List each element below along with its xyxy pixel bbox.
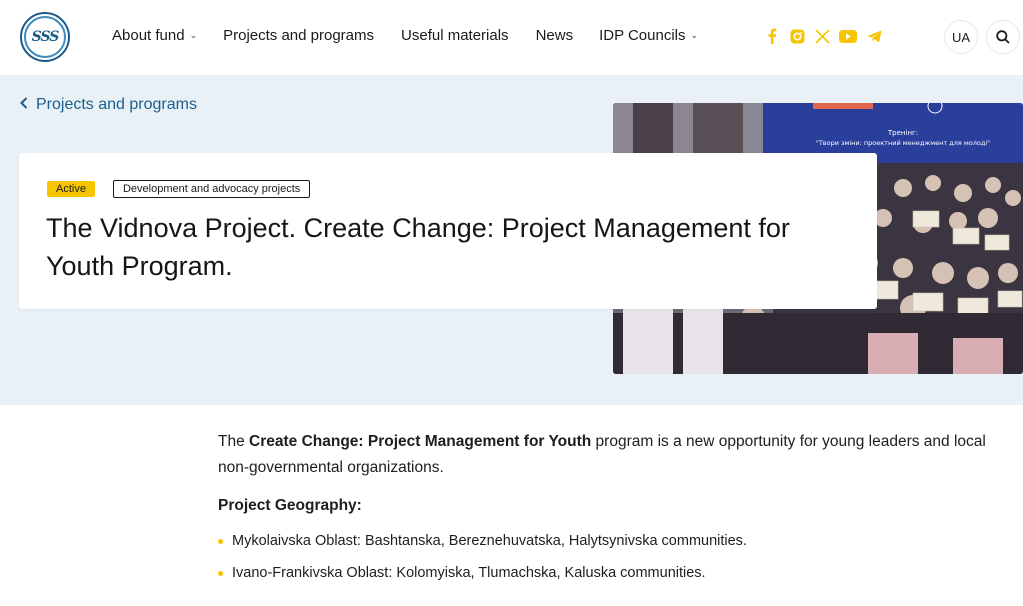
status-badge: Active: [47, 181, 95, 197]
nav-useful-materials[interactable]: Useful materials: [401, 27, 509, 44]
back-link[interactable]: Projects and programs: [20, 96, 197, 114]
photo-banner-text: Тренінг:: [887, 129, 918, 137]
intro-prefix: The: [218, 433, 250, 450]
list-item: Mykolaivska Oblast: Bashtanska, Berezneh…: [218, 531, 988, 551]
search-button[interactable]: [986, 20, 1020, 54]
nav-label: Projects and programs: [223, 27, 375, 44]
site-header: SSS About fund ⌄ Projects and programs U…: [0, 0, 1023, 75]
telegram-icon[interactable]: [866, 28, 882, 44]
nav-projects-and-programs[interactable]: Projects and programs: [223, 27, 374, 44]
instagram-icon[interactable]: [789, 28, 805, 44]
nav-label: Useful materials: [401, 27, 509, 44]
x-icon[interactable]: [814, 28, 830, 44]
nav-label: About fund: [112, 27, 185, 44]
geography-list: Mykolaivska Oblast: Bashtanska, Berezneh…: [218, 531, 988, 583]
fund-logo[interactable]: SSS: [20, 12, 70, 62]
category-tag[interactable]: Development and advocacy projects: [112, 180, 311, 198]
nav-idp-councils[interactable]: IDP Councils ⌄: [599, 27, 698, 44]
page-title: The Vidnova Project. Create Change: Proj…: [46, 213, 790, 281]
language-switch-button[interactable]: UA: [944, 20, 978, 54]
svg-text:"Твори зміни: проектний менедж: "Твори зміни: проектний менеджмент для м…: [816, 139, 990, 147]
back-link-label: Projects and programs: [36, 96, 197, 113]
search-icon: [996, 30, 1010, 44]
geography-heading: Project Geography:: [218, 497, 362, 514]
nav-news[interactable]: News: [536, 27, 574, 44]
list-item: Ivano-Frankivska Oblast: Kolomyiska, Tlu…: [218, 563, 988, 583]
facebook-icon[interactable]: [764, 28, 780, 44]
social-links: [764, 28, 882, 44]
nav-label: IDP Councils: [599, 27, 686, 44]
chevron-down-icon: ⌄: [189, 30, 198, 40]
project-content: The Create Change: Project Management fo…: [218, 429, 988, 595]
chevron-left-icon: [20, 96, 28, 114]
project-card: Active Development and advocacy projects…: [19, 153, 877, 309]
main-nav: About fund ⌄ Projects and programs Usefu…: [112, 27, 698, 44]
nav-label: News: [535, 27, 574, 44]
project-badges: Active Development and advocacy projects: [47, 180, 311, 198]
youtube-icon[interactable]: [839, 28, 857, 44]
intro-paragraph: The Create Change: Project Management fo…: [218, 429, 988, 481]
intro-program-name: Create Change: Project Management for Yo…: [249, 433, 592, 450]
chevron-down-icon: ⌄: [690, 30, 699, 40]
nav-about-fund[interactable]: About fund ⌄: [112, 27, 197, 44]
logo-text: SSS: [24, 16, 66, 58]
